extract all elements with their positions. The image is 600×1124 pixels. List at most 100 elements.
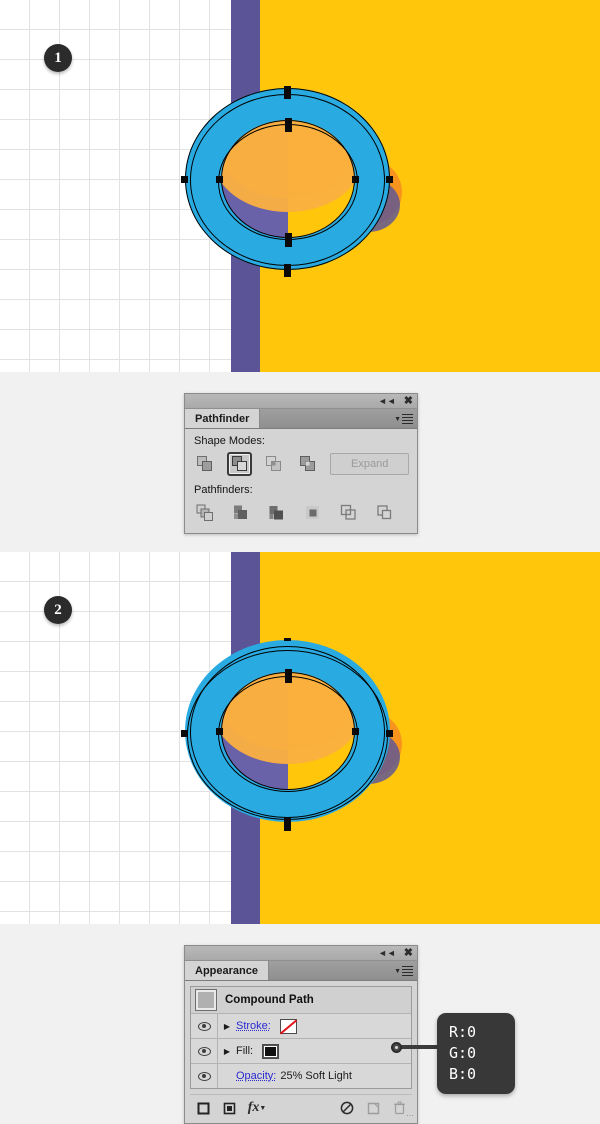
fill-color-swatch[interactable] <box>262 1043 280 1059</box>
add-new-fill-icon[interactable] <box>216 1102 242 1115</box>
anchor-point[interactable] <box>285 125 292 132</box>
outline-icon <box>340 504 356 520</box>
close-x-icon[interactable]: ✖ <box>404 395 413 407</box>
appearance-object-row[interactable]: Compound Path <box>191 987 411 1014</box>
object-thumbnail <box>195 989 217 1011</box>
hole-highlight <box>221 672 355 765</box>
visibility-eye-icon[interactable] <box>191 1014 218 1038</box>
step-badge-number: 2 <box>54 601 62 618</box>
merge-icon <box>269 506 283 520</box>
anchor-point[interactable] <box>284 824 291 831</box>
unite-icon <box>197 456 213 471</box>
panel-menu-icon[interactable]: ▼ <box>394 964 413 978</box>
collapse-double-chevron-icon[interactable]: ◄◄ <box>378 948 396 958</box>
anchor-point[interactable] <box>181 730 188 737</box>
callout-leader-line <box>398 1045 442 1049</box>
collapse-double-chevron-icon[interactable]: ◄◄ <box>378 396 396 406</box>
anchor-point[interactable] <box>284 270 291 277</box>
appearance-panel-titlebar[interactable]: ◄◄ ✖ <box>185 946 417 961</box>
menu-lines-icon <box>402 964 413 978</box>
anchor-point[interactable] <box>386 176 393 183</box>
anchor-point[interactable] <box>285 118 292 125</box>
expand-button[interactable]: Expand <box>330 453 409 475</box>
appearance-row-fill[interactable]: ▶ Fill: <box>191 1039 411 1064</box>
anchor-point[interactable] <box>284 817 291 824</box>
anchor-point[interactable] <box>216 176 223 183</box>
close-x-icon[interactable]: ✖ <box>404 947 413 959</box>
minus-back-icon <box>377 505 392 520</box>
duplicate-item-icon[interactable] <box>360 1102 386 1115</box>
anchor-point[interactable] <box>285 240 292 247</box>
appearance-item-list: Compound Path ▶ Stroke: ▶ Fill: Opacity:… <box>190 986 412 1089</box>
pathfinder-tab-row[interactable]: Pathfinder ▼ <box>185 409 417 429</box>
pathfinders-label: Pathfinders: <box>194 484 253 496</box>
visibility-eye-icon[interactable] <box>191 1064 218 1088</box>
rgb-callout-box: R:0 G:0 B:0 <box>437 1013 515 1094</box>
eye-icon <box>197 1021 211 1031</box>
pathfinder-panel-titlebar[interactable]: ◄◄ ✖ <box>185 394 417 409</box>
eye-icon <box>197 1046 211 1056</box>
panel-menu-icon[interactable]: ▼ <box>394 412 413 426</box>
anchor-point[interactable] <box>352 176 359 183</box>
anchor-point[interactable] <box>285 676 292 683</box>
appearance-tab-row[interactable]: Appearance ▼ <box>185 961 417 981</box>
add-new-effect-fx-icon[interactable]: fx ▼ <box>242 1100 272 1116</box>
visibility-eye-icon[interactable] <box>191 1039 218 1063</box>
shape-mode-minus-front-button[interactable] <box>227 452 252 476</box>
exclude-icon <box>300 456 316 471</box>
object-title: Compound Path <box>225 994 314 1006</box>
shape-modes-label: Shape Modes: <box>194 435 265 447</box>
add-new-stroke-icon[interactable] <box>190 1102 216 1115</box>
shape-mode-intersect-button[interactable] <box>262 452 286 476</box>
stroke-color-swatch[interactable] <box>279 1018 297 1034</box>
anchor-point[interactable] <box>284 638 291 641</box>
anchor-point[interactable] <box>285 233 292 240</box>
tab-appearance[interactable]: Appearance <box>185 961 269 980</box>
eye-icon <box>197 1071 211 1081</box>
pathfinder-panel[interactable]: ◄◄ ✖ Pathfinder ▼ Shape Modes: Expand Pa… <box>184 393 418 534</box>
tab-appearance-label: Appearance <box>195 964 258 977</box>
anchor-point[interactable] <box>352 728 359 735</box>
tab-pathfinder[interactable]: Pathfinder <box>185 409 261 428</box>
anchor-point[interactable] <box>285 669 292 676</box>
pathfinder-minus-back-button[interactable] <box>373 501 397 525</box>
pathfinder-divide-button[interactable] <box>193 501 217 525</box>
callout-b-value: B:0 <box>449 1065 477 1083</box>
opacity-value: 25% Soft Light <box>280 1070 352 1082</box>
appearance-row-opacity[interactable]: Opacity: 25% Soft Light <box>191 1064 411 1088</box>
anchor-point[interactable] <box>181 176 188 183</box>
artboard-canvas-step1[interactable]: 1 <box>0 0 600 372</box>
expand-button-label: Expand <box>351 458 389 470</box>
callout-r-value: R:0 <box>449 1023 477 1041</box>
pathfinders-row <box>193 501 409 525</box>
opacity-label[interactable]: Opacity: <box>236 1070 276 1082</box>
pathfinder-crop-button[interactable] <box>301 501 325 525</box>
pathfinder-trim-button[interactable] <box>229 501 253 525</box>
pathfinder-outline-button[interactable] <box>337 501 361 525</box>
pathfinder-merge-button[interactable] <box>265 501 289 525</box>
clear-appearance-icon[interactable] <box>334 1101 360 1115</box>
step-badge-2: 2 <box>44 596 72 624</box>
anchor-point[interactable] <box>216 728 223 735</box>
tab-pathfinder-label: Pathfinder <box>195 412 250 425</box>
menu-caret-icon: ▼ <box>394 967 401 975</box>
stroke-label[interactable]: Stroke: <box>236 1020 271 1032</box>
menu-lines-icon <box>402 412 413 426</box>
appearance-row-stroke[interactable]: ▶ Stroke: <box>191 1014 411 1039</box>
shape-mode-unite-button[interactable] <box>193 452 217 476</box>
anchor-point[interactable] <box>386 730 393 737</box>
disclosure-triangle-icon[interactable]: ▶ <box>218 1022 236 1031</box>
divide-icon <box>196 504 213 521</box>
anchor-point[interactable] <box>284 92 291 99</box>
resize-grip-icon[interactable]: ⋯ <box>406 1111 414 1120</box>
shape-modes-row: Expand <box>193 452 409 476</box>
appearance-panel[interactable]: ◄◄ ✖ Appearance ▼ Compound Path ▶ Stroke… <box>184 945 418 1124</box>
black-color-icon <box>263 1044 279 1058</box>
screenshot-root: 1 ◄◄ ✖ Pathfinder ▼ Shape Modes: Expand … <box>0 0 600 1124</box>
shape-mode-exclude-button[interactable] <box>296 452 320 476</box>
step-badge-number: 1 <box>54 49 62 66</box>
pathfinder-panel-body: Shape Modes: Expand Pathfinders: <box>185 429 417 533</box>
fill-label: Fill: <box>236 1045 254 1057</box>
disclosure-triangle-icon[interactable]: ▶ <box>218 1047 236 1056</box>
artboard-canvas-step2[interactable]: 2 <box>0 552 600 924</box>
